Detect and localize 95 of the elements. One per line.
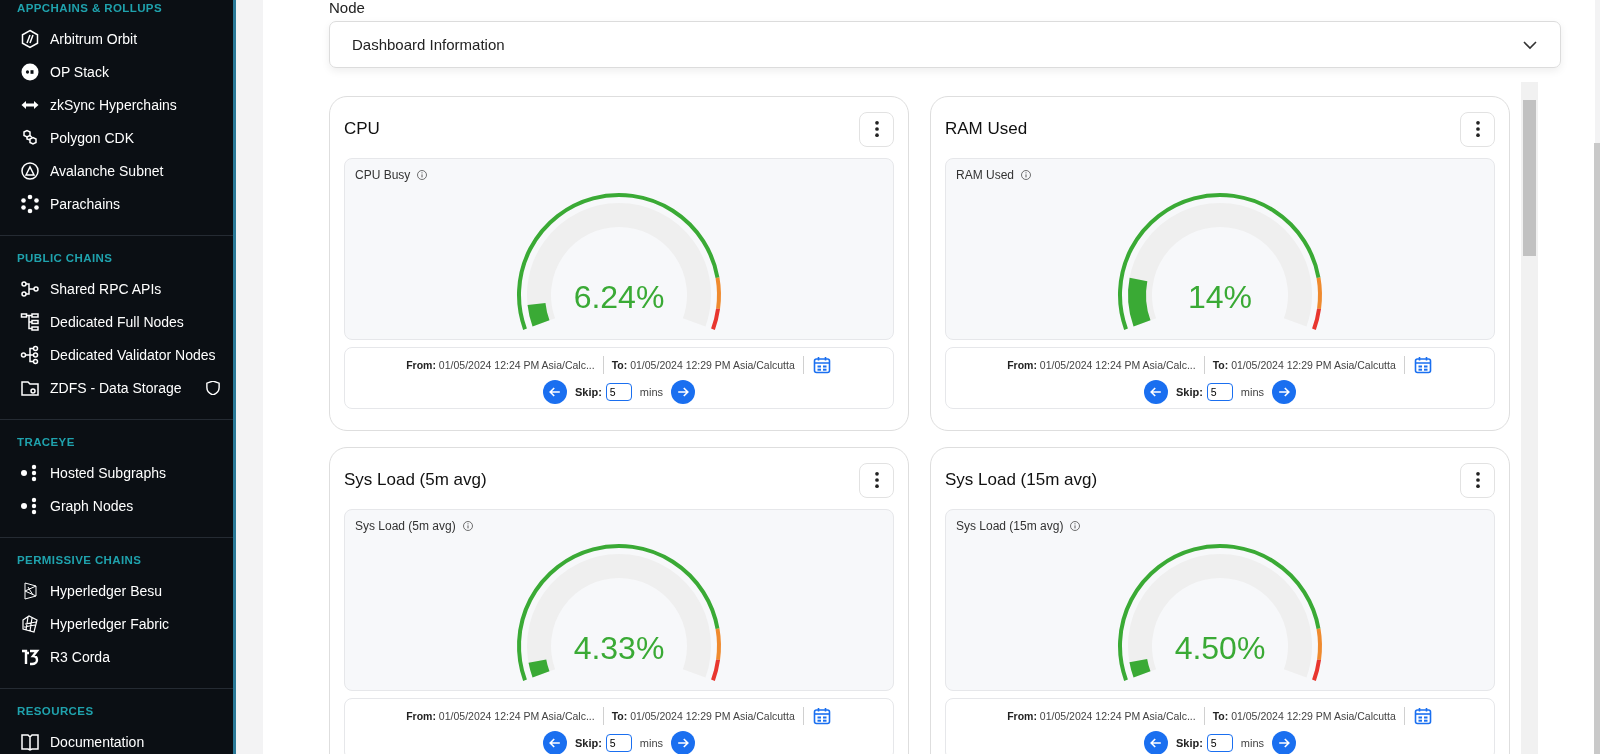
next-button[interactable] xyxy=(671,379,696,404)
sidebar-item[interactable]: Hyperledger Besu xyxy=(0,574,233,607)
scrollbar[interactable] xyxy=(1521,82,1538,754)
to-text: To: 01/05/2024 12:29 PM Asia/Calcutta xyxy=(611,709,795,722)
card-title: RAM Used xyxy=(945,119,1028,139)
info-icon xyxy=(461,520,474,532)
info-icon xyxy=(1069,520,1082,532)
previous-button[interactable] xyxy=(542,730,567,754)
sidebar-item[interactable]: Shared RPC APIs xyxy=(0,272,233,305)
previous-button[interactable] xyxy=(542,379,567,404)
book-icon xyxy=(20,731,40,752)
next-button[interactable] xyxy=(1272,379,1297,404)
sidebar-item[interactable]: Graph Nodes xyxy=(0,489,233,522)
skip-label: Skip: xyxy=(574,736,602,749)
panel-title: CPU Busy xyxy=(355,168,411,182)
calendar-icon xyxy=(811,354,832,375)
kebab-icon xyxy=(874,472,879,488)
sidebar-item[interactable]: Dedicated Validator Nodes xyxy=(0,338,233,371)
section-label: Node xyxy=(329,0,366,18)
calendar-icon xyxy=(1412,354,1433,375)
sidebar-heading: RESOURCES xyxy=(16,704,95,719)
unit-label: mins xyxy=(639,736,664,749)
panel-title: RAM Used xyxy=(956,168,1014,182)
sidebar-heading: PERMISSIVE CHAINS xyxy=(16,553,143,568)
unit-label: mins xyxy=(639,385,664,398)
skip-label: Skip: xyxy=(574,385,602,398)
page-scrollbar-thumb[interactable] xyxy=(1594,143,1600,754)
card-title: CPU xyxy=(344,119,380,139)
skip-input[interactable]: 5 xyxy=(1206,733,1233,752)
circle-logo-icon xyxy=(20,61,40,82)
previous-button[interactable] xyxy=(1143,730,1168,754)
kebab-icon xyxy=(874,121,879,137)
sidebar-item[interactable]: OP Stack xyxy=(0,55,233,88)
branch-icon xyxy=(20,344,40,365)
sidebar-heading: PUBLIC CHAINS xyxy=(16,251,114,266)
to-text: To: 01/05/2024 12:29 PM Asia/Calcutta xyxy=(611,358,795,371)
skip-input[interactable]: 5 xyxy=(1206,382,1233,401)
more-button[interactable] xyxy=(1460,462,1495,498)
connector-icon xyxy=(20,278,40,299)
sidebar-item[interactable]: Documentation xyxy=(0,725,233,754)
skip-label: Skip: xyxy=(1175,736,1203,749)
calendar-button[interactable] xyxy=(811,705,832,726)
sidebar-item[interactable]: Dedicated Full Nodes xyxy=(0,305,233,338)
sidebar-item[interactable]: zkSync Hyperchains xyxy=(0,88,233,121)
skip-input[interactable]: 5 xyxy=(605,382,632,401)
sidebar-item[interactable]: Polygon CDK xyxy=(0,121,233,154)
next-button[interactable] xyxy=(1272,730,1297,754)
gauge-reading: 4.33% xyxy=(573,630,665,666)
sidebar-item[interactable]: ZDFS - Data Storage xyxy=(0,371,233,404)
calendar-button[interactable] xyxy=(1412,354,1433,375)
from-text: From: 01/05/2024 12:24 PM Asia/Calc... xyxy=(1007,709,1196,722)
info-icon xyxy=(416,169,429,181)
sidebar-item[interactable]: Arbitrum Orbit xyxy=(0,22,233,55)
from-text: From: 01/05/2024 12:24 PM Asia/Calc... xyxy=(1007,358,1196,371)
from-text: From: 01/05/2024 12:24 PM Asia/Calc... xyxy=(406,709,595,722)
calendar-icon xyxy=(811,705,832,726)
grid-icon xyxy=(20,613,40,634)
skip-label: Skip: xyxy=(1175,385,1203,398)
panel-title: Sys Load (5m avg) xyxy=(355,519,456,533)
gauge-reading: 6.24% xyxy=(573,279,665,315)
linked-hexagons-icon xyxy=(20,127,40,148)
more-button[interactable] xyxy=(859,462,894,498)
calendar-button[interactable] xyxy=(1412,705,1433,726)
calendar-button[interactable] xyxy=(811,354,832,375)
to-text: To: 01/05/2024 12:29 PM Asia/Calcutta xyxy=(1212,358,1396,371)
next-button[interactable] xyxy=(671,730,696,754)
scrollbar-thumb[interactable] xyxy=(1523,100,1536,256)
card-title: Sys Load (15m avg) xyxy=(945,470,1098,490)
sidebar-item[interactable]: R3 Corda xyxy=(0,640,233,673)
dropdown-select[interactable]: Dashboard Information xyxy=(329,21,1561,68)
kebab-icon xyxy=(1475,121,1480,137)
card-title: Sys Load (5m avg) xyxy=(344,470,487,490)
tree-icon xyxy=(20,311,40,332)
gauge-reading: 14% xyxy=(1188,279,1252,315)
previous-button[interactable] xyxy=(1143,379,1168,404)
calendar-icon xyxy=(1412,705,1433,726)
more-button[interactable] xyxy=(1460,111,1495,147)
sidebar-item[interactable]: Hosted Subgraphs xyxy=(0,456,233,489)
sidebar-heading: APPCHAINS & ROLLUPS xyxy=(16,1,163,16)
from-text: From: 01/05/2024 12:24 PM Asia/Calc... xyxy=(406,358,595,371)
more-button[interactable] xyxy=(859,111,894,147)
unit-label: mins xyxy=(1240,736,1265,749)
skip-input[interactable]: 5 xyxy=(605,733,632,752)
dotted-ring-icon xyxy=(20,193,40,214)
sidebar-item[interactable]: Parachains xyxy=(0,187,233,220)
info-icon xyxy=(1020,169,1032,181)
sidebar-heading: TRACEYE xyxy=(16,435,76,450)
to-text: To: 01/05/2024 12:29 PM Asia/Calcutta xyxy=(1212,709,1396,722)
unit-label: mins xyxy=(1240,385,1265,398)
sidebar-item[interactable]: Avalanche Subnet xyxy=(0,154,233,187)
gauge-reading: 4.50% xyxy=(1174,630,1266,666)
panel-title: Sys Load (15m avg) xyxy=(956,519,1064,533)
sidebar-item[interactable]: Hyperledger Fabric xyxy=(0,607,233,640)
hexagon-icon xyxy=(20,28,40,49)
kebab-icon xyxy=(1475,472,1480,488)
